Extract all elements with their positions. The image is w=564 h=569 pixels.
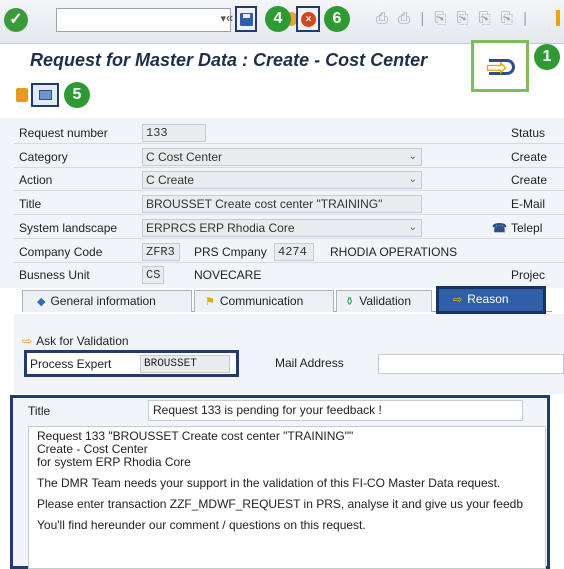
title-label: Title [19, 197, 42, 211]
status-label: Status [511, 126, 546, 140]
action-select[interactable]: C Create ⌄ [142, 171, 422, 189]
save-button[interactable] [235, 6, 257, 32]
category-value: C Cost Center [146, 150, 223, 164]
message-line: The DMR Team needs your support in the v… [37, 476, 501, 490]
forward-arrow-icon: ⇨ [453, 294, 463, 306]
message-line: Please enter transaction ZZF_MDWF_REQUES… [37, 497, 523, 511]
prs-company-label: PRS Cmpany [194, 245, 267, 259]
tab-label: General information [50, 294, 156, 308]
chevron-down-icon[interactable]: ⌄ [409, 220, 417, 236]
tab-label: Communication [219, 294, 304, 308]
enter-check-icon[interactable]: ✓ [4, 8, 28, 32]
message-title-field[interactable]: Request 133 is pending for your feedback… [148, 400, 523, 421]
process-expert-row: Process Expert BROUSSET [24, 350, 239, 377]
tab-general-information[interactable]: ◆ General information [22, 290, 192, 312]
company-code-label: Company Code [19, 245, 103, 259]
envelope-icon [39, 90, 52, 100]
ask-validation-button[interactable]: ⇨ [471, 40, 529, 92]
project-label: Projec [511, 268, 546, 282]
badge-5: 5 [64, 82, 90, 108]
nav-back-icon[interactable]: « [226, 10, 233, 25]
request-number-field: 133 [142, 124, 206, 142]
forward-arrow-icon: ⇨ [486, 52, 508, 82]
action-label: Action [19, 173, 53, 187]
diamond-icon: ◆ [37, 296, 46, 308]
validation-icon: ⚱ [345, 296, 355, 308]
mail-button[interactable] [31, 83, 59, 107]
ask-for-validation-button[interactable]: ⇨ Ask for Validation [22, 334, 129, 348]
tab-label: Validation [359, 294, 412, 308]
created-by-label: Create [511, 150, 548, 164]
ask-for-validation-label: Ask for Validation [36, 334, 129, 348]
tab-communication[interactable]: ⚑ Communication [194, 290, 334, 312]
command-field[interactable]: ▾ [56, 8, 231, 32]
speech-icon: ⚑ [205, 296, 215, 308]
action-value: C Create [146, 173, 195, 187]
category-label: Category [19, 150, 68, 164]
system-landscape-label: System landscape [19, 221, 118, 235]
message-line: You'll find hereunder our comment / ques… [37, 518, 366, 532]
badge-1: 1 [534, 44, 560, 70]
page-title: Request for Master Data : Create - Cost … [30, 50, 428, 70]
forward-arrow-icon: ⇨ [22, 334, 33, 348]
process-expert-label: Process Expert [30, 357, 112, 371]
business-unit-name: NOVECARE [194, 268, 262, 282]
business-unit-field: CS [142, 266, 164, 284]
badge-6: 6 [324, 6, 350, 32]
tab-validation[interactable]: ⚱ Validation [336, 290, 432, 312]
email-label: E-Mail [511, 197, 546, 211]
cancel-icon: × [301, 12, 316, 27]
title-field[interactable]: BROUSSET Create cost center "TRAINING" [142, 195, 422, 213]
toolbar-disabled-icons: ⎙ ⎙ | ⎘ ⎘ ⎘ ⎘ | [376, 10, 530, 27]
prs-company-field: 4274 [274, 243, 314, 261]
business-unit-label: Busness Unit [19, 268, 90, 282]
tab-label: Reason [467, 292, 509, 306]
layout-menu-icon[interactable] [556, 10, 560, 26]
category-select[interactable]: C Cost Center ⌄ [142, 148, 422, 166]
message-body-textarea[interactable]: Request 133 "BROUSSET Create cost center… [28, 426, 546, 569]
request-number-label: Request number [19, 126, 108, 140]
process-expert-field[interactable]: BROUSSET [140, 355, 230, 373]
exit-button[interactable]: × [296, 6, 320, 32]
chevron-down-icon[interactable]: ⌄ [409, 172, 417, 188]
badge-4: 4 [265, 6, 291, 32]
command-input[interactable] [57, 9, 207, 31]
message-title-label: Title [28, 404, 51, 418]
system-landscape-value: ERPRCS ERP Rhodia Core [146, 221, 295, 235]
telephone-icon: ☎ [492, 221, 507, 235]
message-line: for system ERP Rhodia Core [37, 455, 191, 469]
floppy-disk-icon [240, 13, 253, 26]
chevron-down-icon[interactable]: ⌄ [409, 149, 417, 165]
mail-address-label: Mail Address [275, 356, 344, 370]
system-landscape-select[interactable]: ERPRCS ERP Rhodia Core ⌄ [142, 219, 422, 237]
company-code-field: ZFR3 [142, 243, 180, 261]
telephone-label: Telepl [511, 221, 543, 235]
mail-address-field[interactable] [378, 354, 564, 374]
created-on-label: Create [511, 173, 548, 187]
tab-strip: ◆ General information ⚑ Communication ⚱ Val… [22, 286, 552, 314]
tab-reason[interactable]: ⇨ Reason [436, 286, 546, 314]
stamp-icon[interactable] [16, 88, 28, 102]
prs-company-name: RHODIA OPERATIONS [330, 245, 458, 259]
